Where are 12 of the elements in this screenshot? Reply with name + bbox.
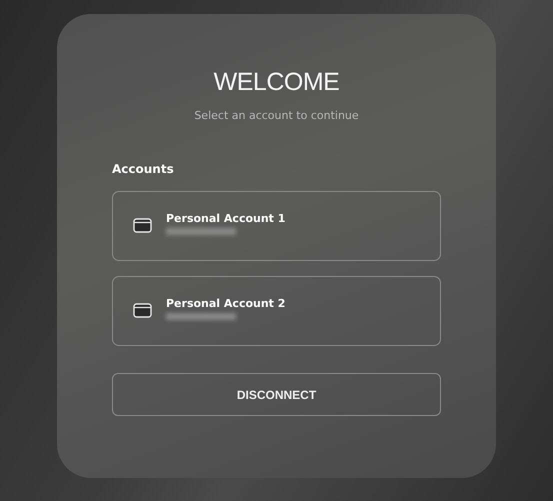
account-name: Personal Account 1: [166, 212, 286, 225]
wallet-icon: [133, 218, 152, 233]
welcome-title: WELCOME: [214, 68, 340, 97]
section-label: Accounts: [112, 162, 174, 176]
redacted-detail: [166, 313, 236, 320]
account-item[interactable]: Personal Account 2: [112, 276, 441, 346]
account-name: Personal Account 2: [166, 297, 286, 310]
wallet-icon: [133, 303, 152, 318]
redacted-detail: [166, 228, 236, 235]
disconnect-button[interactable]: DISCONNECT: [112, 373, 441, 416]
subtitle: Select an account to continue: [194, 109, 359, 122]
account-item[interactable]: Personal Account 1: [112, 191, 441, 261]
